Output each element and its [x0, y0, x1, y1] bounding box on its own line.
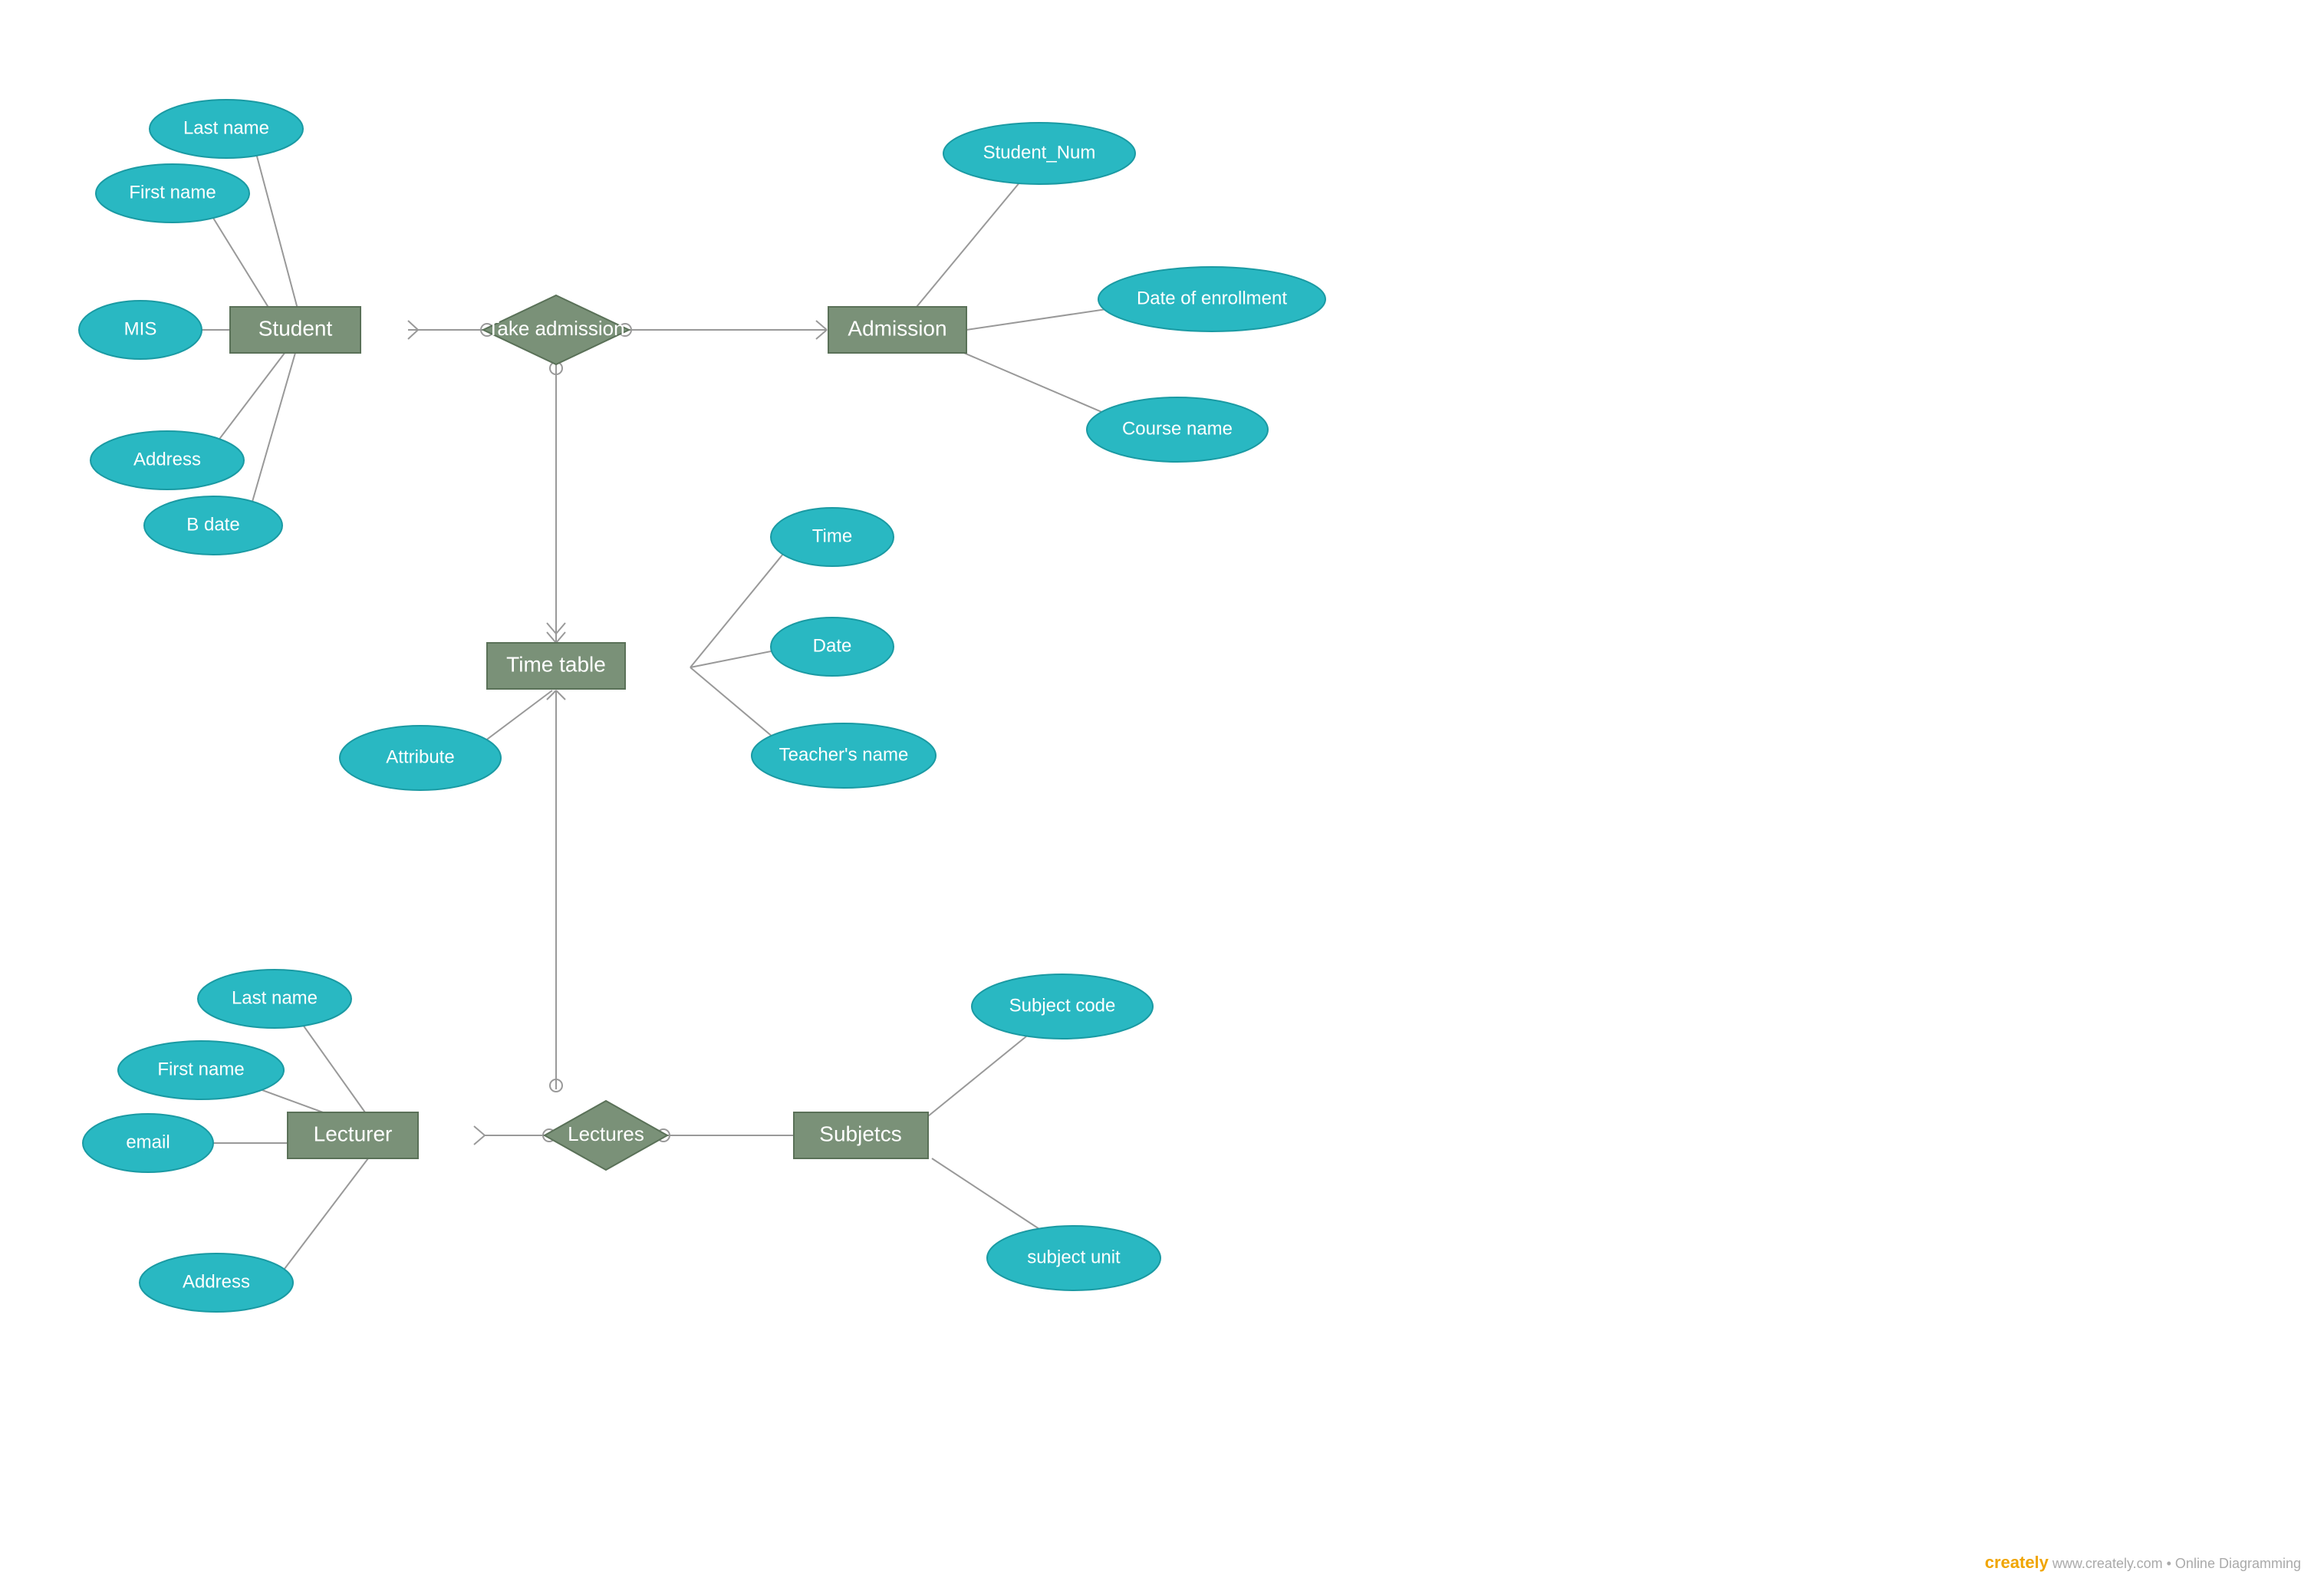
attr-address-student-label: Address: [133, 449, 201, 469]
attr-student-num-label: Student_Num: [983, 142, 1096, 163]
watermark: creately www.creately.com • Online Diagr…: [1985, 1553, 2301, 1573]
attr-subject-unit-label: subject unit: [1027, 1247, 1121, 1267]
attr-first-name-lecturer-label: First name: [157, 1059, 244, 1079]
attr-last-name-lecturer-label: Last name: [232, 987, 318, 1008]
attr-email-label: email: [126, 1132, 170, 1152]
attr-address-lecturer-label: Address: [183, 1271, 250, 1292]
entity-admission-label: Admission: [848, 316, 946, 340]
attr-course-name-label: Course name: [1122, 418, 1233, 439]
entity-subjetcs-label: Subjetcs: [819, 1122, 901, 1145]
entity-timetable-label: Time table: [506, 652, 606, 676]
rel-lectures-label: Lectures: [568, 1122, 644, 1145]
attr-teacher-name-label: Teacher's name: [779, 744, 909, 765]
watermark-text: www.creately.com • Online Diagramming: [2052, 1556, 2301, 1571]
attr-time-label: Time: [812, 525, 852, 546]
entity-student-label: Student: [258, 316, 333, 340]
attr-subject-code-label: Subject code: [1009, 995, 1116, 1016]
attr-date-enrollment-label: Date of enrollment: [1137, 288, 1287, 308]
rel-take-admission-label: Take admission: [487, 317, 624, 340]
attr-date-label: Date: [813, 635, 852, 656]
attr-mis-label: MIS: [124, 318, 157, 339]
attr-first-name-student-label: First name: [129, 182, 216, 203]
attr-attribute-label: Attribute: [386, 746, 454, 767]
er-diagram: Student Admission Time table Lecturer Su…: [0, 0, 2324, 1588]
entity-lecturer-label: Lecturer: [314, 1122, 393, 1145]
watermark-brand: creately: [1985, 1553, 2049, 1572]
attr-bdate-label: B date: [186, 514, 239, 535]
attr-last-name-student-label: Last name: [183, 117, 269, 138]
